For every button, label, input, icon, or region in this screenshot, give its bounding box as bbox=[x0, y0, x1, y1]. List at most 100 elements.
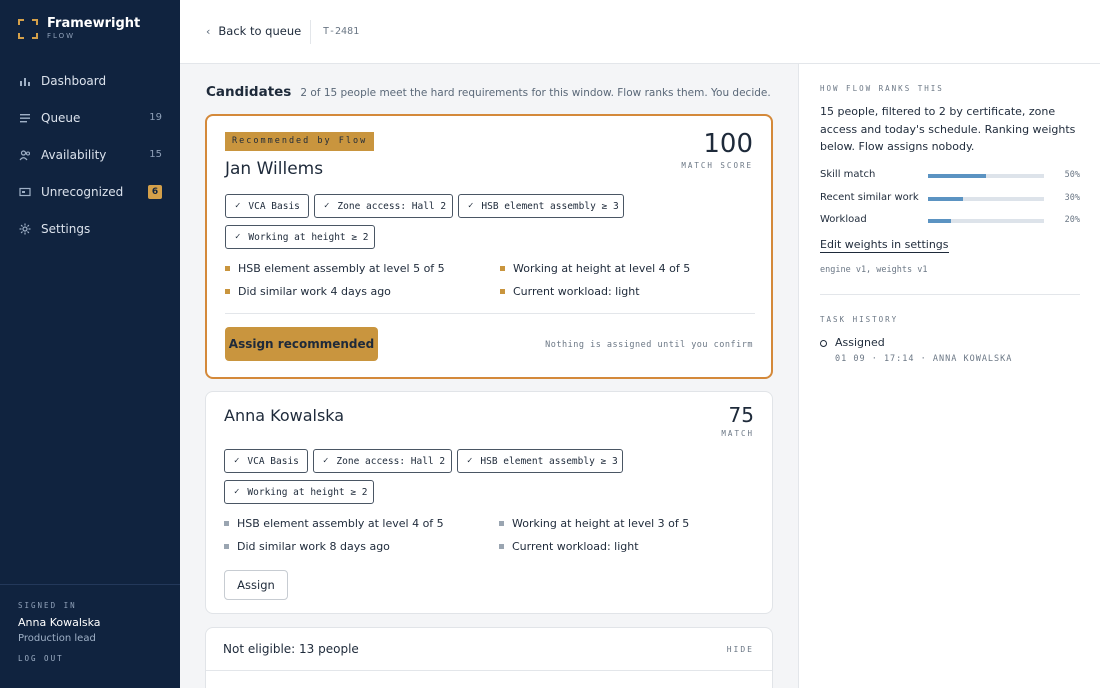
weight-percent: 30% bbox=[1064, 193, 1080, 203]
history-dot-icon bbox=[820, 340, 827, 347]
weight-bar bbox=[928, 219, 1044, 223]
sidebar-item-label: Availability bbox=[41, 147, 107, 162]
ranking-description: 15 people, filtered to 2 by certificate,… bbox=[820, 105, 1076, 153]
weight-row-recent: Recent similar work 30% bbox=[820, 192, 1080, 206]
chip-label: VCA Basis bbox=[248, 200, 300, 212]
chevron-left-icon: ‹ bbox=[206, 24, 211, 38]
edit-weights-link[interactable]: Edit weights in settings bbox=[820, 238, 949, 253]
match-score: 100 MATCH SCORE bbox=[681, 130, 753, 170]
bullet-marker bbox=[499, 521, 504, 526]
id-card-icon bbox=[19, 186, 31, 198]
hide-toggle[interactable]: HIDE bbox=[727, 645, 754, 654]
fact-text: Did similar work 8 days ago bbox=[237, 540, 390, 553]
brand-name: Framewright bbox=[47, 16, 141, 31]
weight-bar-fill bbox=[928, 219, 952, 223]
fact-text: Did similar work 4 days ago bbox=[238, 285, 391, 298]
chip-label: Working at height ≥ 2 bbox=[247, 486, 368, 498]
bullet-marker bbox=[225, 266, 230, 271]
requirement-chip: ✓ Zone access: Hall 2 bbox=[313, 449, 452, 473]
ticket-id: T-2481 bbox=[323, 26, 360, 37]
back-label: Back to queue bbox=[218, 24, 302, 38]
weight-bar bbox=[928, 174, 1044, 178]
weight-label: Recent similar work bbox=[820, 192, 919, 203]
bullet-marker bbox=[500, 266, 505, 271]
divider bbox=[206, 670, 772, 671]
queue-count: 19 bbox=[149, 112, 162, 123]
back-to-queue-link[interactable]: ‹ Back to queue bbox=[206, 24, 301, 38]
match-score: 75 MATCH bbox=[721, 404, 754, 438]
bullet-marker bbox=[499, 544, 504, 549]
divider bbox=[820, 294, 1080, 295]
confirm-note: Nothing is assigned until you confirm bbox=[545, 340, 753, 350]
weight-label: Skill match bbox=[820, 169, 876, 180]
assign-recommended-button[interactable]: Assign recommended bbox=[225, 327, 378, 361]
candidate-name: Jan Willems bbox=[225, 159, 324, 179]
weight-bar bbox=[928, 197, 1044, 201]
engine-version: engine v1, weights v1 bbox=[820, 265, 928, 275]
logout-link[interactable]: LOG OUT bbox=[18, 654, 162, 663]
bullet-marker bbox=[224, 521, 229, 526]
page-title: Candidates bbox=[206, 84, 292, 100]
divider bbox=[310, 20, 311, 44]
user-name: Anna Kowalska bbox=[18, 616, 101, 629]
fact-item: HSB element assembly at level 4 of 5 bbox=[224, 517, 444, 530]
unrecognized-badge: 6 bbox=[148, 184, 162, 199]
requirement-chip: ✓ VCA Basis bbox=[224, 449, 308, 473]
sidebar: Framewright FLOW Dashboard Queue 19 Avai… bbox=[0, 0, 180, 688]
sidebar-item-queue[interactable]: Queue 19 bbox=[0, 99, 180, 136]
not-eligible-section: Not eligible: 13 people HIDE bbox=[205, 627, 773, 688]
ranking-label: HOW FLOW RANKS THIS bbox=[820, 84, 944, 93]
check-icon: ✓ bbox=[234, 456, 240, 466]
match-score-value: 100 bbox=[703, 129, 753, 159]
ranking-panel: HOW FLOW RANKS THIS 15 people, filtered … bbox=[798, 64, 1100, 688]
check-icon: ✓ bbox=[234, 487, 240, 497]
not-eligible-title: Not eligible: 13 people bbox=[223, 642, 359, 656]
user-panel: SIGNED IN Anna Kowalska Production lead … bbox=[0, 584, 180, 688]
weight-label: Workload bbox=[820, 214, 867, 225]
requirement-chip: ✓ HSB element assembly ≥ 3 bbox=[458, 194, 624, 218]
page-subtitle: 2 of 15 people meet the hard requirement… bbox=[300, 87, 771, 99]
sidebar-item-availability[interactable]: Availability 15 bbox=[0, 136, 180, 173]
fact-item: Did similar work 4 days ago bbox=[225, 285, 391, 298]
sidebar-item-label: Unrecognized bbox=[41, 184, 124, 199]
bar-chart-icon bbox=[19, 75, 31, 87]
brand[interactable]: Framewright FLOW bbox=[18, 16, 140, 41]
bullet-marker bbox=[225, 289, 230, 294]
requirement-chip: ✓ Working at height ≥ 2 bbox=[225, 225, 375, 249]
task-history-label: TASK HISTORY bbox=[820, 315, 899, 324]
fact-item: Working at height at level 3 of 5 bbox=[499, 517, 689, 530]
fact-item: Current workload: light bbox=[499, 540, 639, 553]
gear-icon bbox=[19, 223, 31, 235]
sidebar-item-label: Dashboard bbox=[41, 73, 107, 88]
bullet-marker bbox=[500, 289, 505, 294]
fact-text: HSB element assembly at level 4 of 5 bbox=[237, 517, 444, 530]
sidebar-item-unrecognized[interactable]: Unrecognized 6 bbox=[0, 173, 180, 210]
candidate-name: Anna Kowalska bbox=[224, 406, 345, 425]
fact-text: Working at height at level 4 of 5 bbox=[513, 262, 691, 275]
history-event-meta: 01 09 · 17:14 · ANNA KOWALSKA bbox=[835, 354, 1013, 364]
requirement-chip: ✓ VCA Basis bbox=[225, 194, 309, 218]
requirement-chip: ✓ Working at height ≥ 2 bbox=[224, 480, 374, 504]
weight-bar-fill bbox=[928, 174, 986, 178]
candidate-card-recommended: Recommended by Flow Jan Willems 100 MATC… bbox=[205, 114, 773, 379]
fact-item: Working at height at level 4 of 5 bbox=[500, 262, 690, 275]
framewright-logo-icon bbox=[18, 19, 38, 39]
sidebar-item-dashboard[interactable]: Dashboard bbox=[0, 62, 180, 99]
availability-count: 15 bbox=[149, 149, 162, 160]
assign-button[interactable]: Assign bbox=[224, 570, 288, 600]
chip-label: VCA Basis bbox=[247, 455, 299, 467]
weight-row-workload: Workload 20% bbox=[820, 214, 1080, 228]
sidebar-item-settings[interactable]: Settings bbox=[0, 210, 180, 247]
bullet-marker bbox=[224, 544, 229, 549]
fact-text: Working at height at level 3 of 5 bbox=[512, 517, 690, 530]
check-icon: ✓ bbox=[467, 456, 473, 466]
list-icon bbox=[19, 112, 31, 124]
weight-percent: 50% bbox=[1064, 170, 1080, 180]
user-role: Production lead bbox=[18, 633, 96, 644]
fact-item: Did similar work 8 days ago bbox=[224, 540, 390, 553]
chip-label: HSB element assembly ≥ 3 bbox=[481, 200, 619, 212]
sidebar-nav: Dashboard Queue 19 Availability 15 Unrec… bbox=[0, 62, 180, 247]
requirement-chip: ✓ Zone access: Hall 2 bbox=[314, 194, 453, 218]
candidates-header: Candidates 2 of 15 people meet the hard … bbox=[206, 84, 771, 100]
people-icon bbox=[19, 149, 31, 161]
